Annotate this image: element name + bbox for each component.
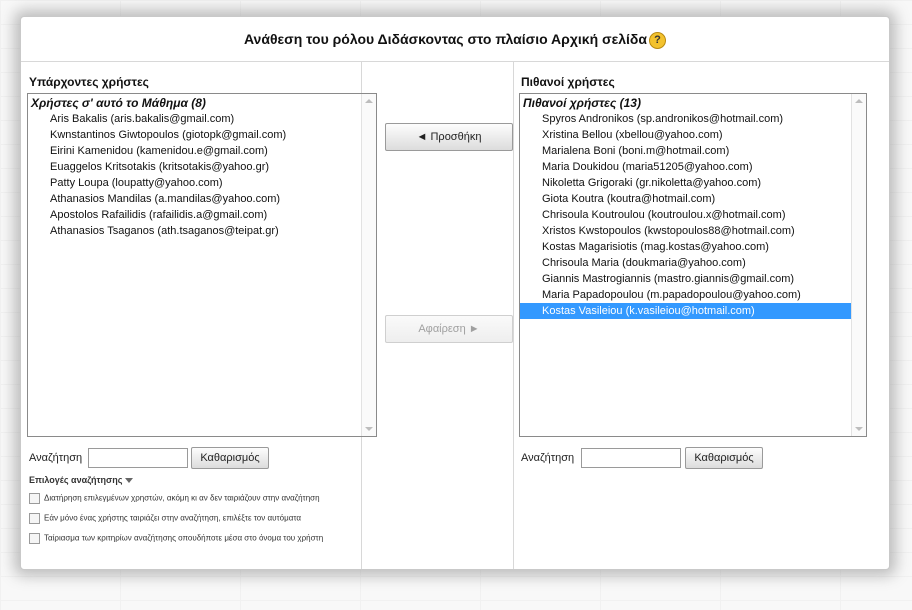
right-column-divider [513,61,514,569]
existing-search-input[interactable] [88,448,188,468]
list-item[interactable]: Kwnstantinos Giwtopoulos (giotopk@gmail.… [28,127,376,143]
search-option-row[interactable]: Ταίριασμα των κριτηρίων αναζήτησης οπουδ… [29,533,323,544]
search-option-label: Διατήρηση επιλεγμένων χρηστών, ακόμη κι … [44,493,320,503]
search-option-row[interactable]: Διατήρηση επιλεγμένων χρηστών, ακόμη κι … [29,493,320,504]
potential-users-group-label: Πιθανοί χρήστες (13) [523,96,641,110]
remove-button[interactable]: Αφαίρεση ► [385,315,513,343]
existing-search-label: Αναζήτηση [29,452,83,464]
dialog-title-text: Ανάθεση του ρόλου Διδάσκοντας στο πλαίσι… [243,31,648,47]
search-option-label: Εάν μόνο ένας χρήστης ταιριάζει στην ανα… [44,513,301,523]
existing-users-header: Υπάρχοντες χρήστες [29,75,149,89]
help-icon[interactable]: ? [649,31,667,49]
list-item[interactable]: Xristos Kwstopoulos (kwstopoulos88@hotma… [520,223,866,239]
potential-users-list: Spyros Andronikos (sp.andronikos@hotmail… [520,111,866,319]
list-item[interactable]: Xristina Bellou (xbellou@yahoo.com) [520,127,866,143]
list-item[interactable]: Chrisoula Koutroulou (koutroulou.x@hotma… [520,207,866,223]
potential-users-listbox[interactable]: Πιθανοί χρήστες (13) Spyros Andronikos (… [519,93,867,437]
scroll-down-icon[interactable] [365,427,373,431]
search-options-toggle[interactable]: Επιλογές αναζήτησης [29,475,134,485]
list-item[interactable]: Aris Bakalis (aris.bakalis@gmail.com) [28,111,376,127]
list-item[interactable]: Kostas Vasileiou (k.vasileiou@hotmail.co… [520,303,866,319]
existing-users-list: Aris Bakalis (aris.bakalis@gmail.com) Kwn… [28,111,376,239]
search-options-label: Επιλογές αναζήτησης [29,475,123,485]
search-option-checkbox[interactable] [29,533,40,544]
header-divider [21,61,889,62]
existing-clear-button[interactable]: Καθαρισμός [191,447,269,469]
potential-users-scrollbar[interactable] [851,94,866,436]
existing-users-group-label: Χρήστες σ' αυτό το Μάθημα (8) [31,96,206,110]
list-item[interactable]: Apostolos Rafailidis (rafailidis.a@gmail… [28,207,376,223]
scroll-up-icon[interactable] [365,99,373,103]
list-item[interactable]: Patty Loupa (loupatty@yahoo.com) [28,175,376,191]
potential-users-header: Πιθανοί χρήστες [521,75,615,89]
list-item[interactable]: Eirini Kamenidou (kamenidou.e@gmail.com) [28,143,376,159]
list-item[interactable]: Athanasios Tsaganos (ath.tsaganos@teipat… [28,223,376,239]
list-item[interactable]: Euaggelos Kritsotakis (kritsotakis@yahoo… [28,159,376,175]
potential-clear-button[interactable]: Καθαρισμός [685,447,763,469]
add-button[interactable]: ◄ Προσθήκη [385,123,513,151]
search-option-checkbox[interactable] [29,493,40,504]
list-item[interactable]: Maria Papadopoulou (m.papadopoulou@yahoo… [520,287,866,303]
dialog-title: Ανάθεση του ρόλου Διδάσκοντας στο πλαίσι… [21,31,889,49]
scroll-up-icon[interactable] [855,99,863,103]
chevron-down-icon [125,478,134,484]
search-option-checkbox[interactable] [29,513,40,524]
list-item[interactable]: Nikoletta Grigoraki (gr.nikoletta@yahoo.… [520,175,866,191]
scroll-down-icon[interactable] [855,427,863,431]
list-item[interactable]: Kostas Magarisiotis (mag.kostas@yahoo.co… [520,239,866,255]
list-item[interactable]: Giannis Mastrogiannis (mastro.giannis@gm… [520,271,866,287]
list-item[interactable]: Spyros Andronikos (sp.andronikos@hotmail… [520,111,866,127]
list-item[interactable]: Chrisoula Maria (doukmaria@yahoo.com) [520,255,866,271]
search-option-label: Ταίριασμα των κριτηρίων αναζήτησης οπουδ… [44,533,324,543]
list-item[interactable]: Giota Koutra (koutra@hotmail.com) [520,191,866,207]
list-item[interactable]: Marialena Boni (boni.m@hotmail.com) [520,143,866,159]
potential-search-label: Αναζήτηση [521,452,575,464]
potential-search-input[interactable] [581,448,681,468]
search-option-row[interactable]: Εάν μόνο ένας χρήστης ταιριάζει στην ανα… [29,513,301,524]
role-assign-panel: Ανάθεση του ρόλου Διδάσκοντας στο πλαίσι… [20,16,890,570]
list-item[interactable]: Maria Doukidou (maria51205@yahoo.com) [520,159,866,175]
list-item[interactable]: Athanasios Mandilas (a.mandilas@yahoo.co… [28,191,376,207]
existing-users-scrollbar[interactable] [361,94,376,436]
existing-users-listbox[interactable]: Χρήστες σ' αυτό το Μάθημα (8) Aris Bakal… [27,93,377,437]
